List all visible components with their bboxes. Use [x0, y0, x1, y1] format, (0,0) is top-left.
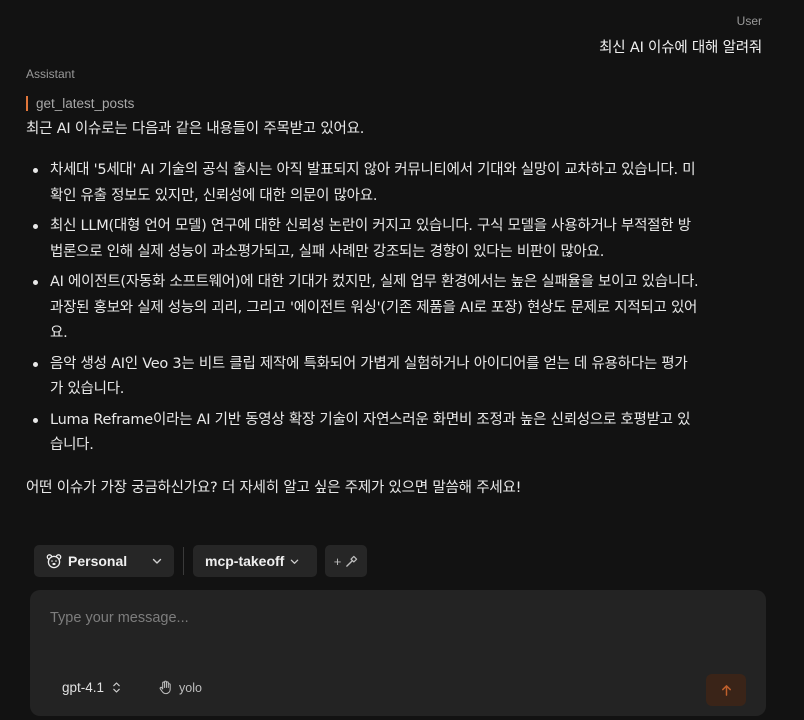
- user-message-block: User 최신 AI 이슈에 대해 알려줘: [599, 14, 762, 57]
- chevron-updown-icon: [113, 682, 120, 693]
- list-item-text: Luma Reframe이라는 AI 기반 동영상 확장 기술이 자연스러운 화…: [50, 411, 691, 454]
- arrow-up-icon: [721, 684, 731, 696]
- composer-toolbar: Personal mcp-takeoff +: [34, 545, 367, 577]
- message-input[interactable]: [50, 606, 740, 630]
- plus-icon: +: [333, 553, 342, 569]
- profile-selector[interactable]: Personal: [34, 545, 174, 577]
- bear-icon: [46, 554, 62, 569]
- list-item-text: 음악 생성 AI인 Veo 3는 비트 클립 제작에 특화되어 가볍게 실험하거…: [50, 355, 688, 398]
- add-tool-button[interactable]: +: [325, 545, 367, 577]
- assistant-outro-text: 어떤 이슈가 가장 궁금하신가요? 더 자세히 알고 싶은 주제가 있으면 말씀…: [26, 479, 522, 496]
- bullet-dot: [33, 168, 38, 173]
- assistant-intro-text: 최근 AI 이슈로는 다음과 같은 내용들이 주목받고 있어요.: [26, 121, 365, 137]
- toolbar-divider: [183, 547, 184, 575]
- mcp-server-label: mcp-takeoff: [205, 553, 285, 569]
- chevron-down-icon: [152, 558, 162, 564]
- bullet-dot: [33, 280, 38, 285]
- assistant-role-label: Assistant: [26, 67, 75, 81]
- model-selector[interactable]: gpt-4.1: [62, 680, 121, 695]
- bullet-dot: [33, 224, 38, 229]
- profile-label: Personal: [68, 553, 128, 569]
- list-item-text: 차세대 '5세대' AI 기술의 공식 출시는 아직 발표되지 않아 커뮤니티에…: [50, 162, 696, 204]
- hand-icon: [159, 680, 171, 695]
- send-button[interactable]: [706, 674, 746, 706]
- model-label: gpt-4.1: [62, 680, 105, 695]
- assistant-bullet-list: 차세대 '5세대' AI 기술의 공식 출시는 아직 발표되지 않아 커뮤니티에…: [26, 158, 776, 459]
- list-item-text: 최신 LLM(대형 언어 모델) 연구에 대한 신뢰성 논란이 커지고 있습니다…: [50, 218, 691, 260]
- yolo-label: yolo: [179, 680, 202, 695]
- list-item: 음악 생성 AI인 Veo 3는 비트 클립 제작에 특화되어 가볍게 실험하거…: [26, 352, 776, 403]
- list-item: Luma Reframe이라는 AI 기반 동영상 확장 기술이 자연스러운 화…: [26, 408, 776, 459]
- bullet-dot: [33, 361, 38, 367]
- assistant-message-block: Assistant get_latest_posts 최근 AI 이슈로는 다음…: [26, 67, 776, 499]
- hammer-icon: [346, 555, 358, 567]
- bullet-dot: [33, 417, 38, 423]
- user-message-text: 최신 AI 이슈에 대해 알려줘: [599, 40, 762, 56]
- message-composer: gpt-4.1 yolo: [30, 590, 766, 716]
- user-role-label: User: [736, 14, 762, 28]
- mcp-server-selector[interactable]: mcp-takeoff: [193, 545, 317, 577]
- list-item: AI 에이전트(자동화 소프트웨어)에 대한 기대가 컸지만, 실제 업무 환경…: [26, 270, 776, 347]
- list-item: 차세대 '5세대' AI 기술의 공식 출시는 아직 발표되지 않아 커뮤니티에…: [26, 158, 776, 209]
- chevron-down-icon: [291, 559, 299, 564]
- list-item: 최신 LLM(대형 언어 모델) 연구에 대한 신뢰성 논란이 커지고 있습니다…: [26, 214, 776, 265]
- tool-call-indicator[interactable]: get_latest_posts: [26, 96, 776, 111]
- list-item-text: AI 에이전트(자동화 소프트웨어)에 대한 기대가 컸지만, 실제 업무 환경…: [50, 274, 699, 341]
- yolo-toggle[interactable]: yolo: [158, 680, 202, 695]
